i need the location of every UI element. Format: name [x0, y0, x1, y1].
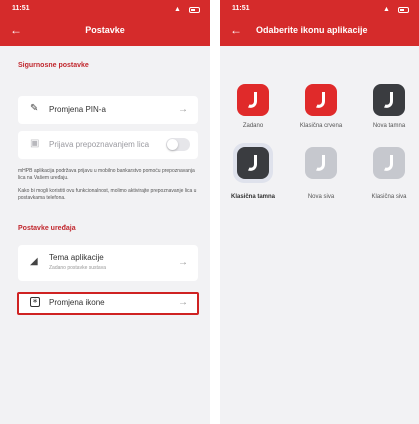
app-icon-option[interactable] — [237, 147, 269, 179]
wifi-icon: ▲ — [383, 6, 390, 13]
page-title: Postavke — [85, 25, 125, 35]
theme-sublabel: Zadano postavke sustava — [49, 265, 106, 271]
header-bar: 11:51 ▲ ← Postavke — [0, 0, 210, 46]
back-arrow-icon[interactable]: ← — [230, 24, 242, 36]
paint-bucket-icon: ◢ — [30, 256, 38, 267]
app-icon-option[interactable] — [305, 84, 337, 116]
battery-icon — [189, 7, 200, 13]
face-login-label: Prijava prepoznavanjem lica — [49, 140, 150, 149]
status-bar: 11:51 ▲ — [12, 5, 200, 17]
face-login-info: mHPB aplikacija podržava prijavu u mobil… — [18, 168, 195, 181]
battery-icon — [398, 7, 409, 13]
arrow-right-icon: → — [178, 257, 188, 268]
face-login-toggle[interactable] — [166, 138, 190, 151]
security-section-title: Sigurnosne postavke — [18, 62, 89, 69]
face-id-icon: ▣ — [30, 138, 40, 149]
bank-logo-icon — [248, 155, 257, 171]
bank-logo-icon — [316, 92, 325, 108]
wifi-icon: ▲ — [174, 6, 181, 13]
icon-change-highlight — [17, 292, 199, 315]
app-icon-label: Klasična tamna — [230, 194, 276, 200]
status-icons: ▲ — [383, 5, 409, 15]
face-login-instructions: Kako bi mogli koristiti ovu funkcionalno… — [18, 188, 197, 201]
status-time: 11:51 — [232, 5, 250, 12]
app-icon-label: Zadano — [242, 123, 264, 129]
status-bar: 11:51 ▲ — [232, 5, 409, 17]
arrow-right-icon: → — [178, 104, 188, 115]
theme-label: Tema aplikacije — [49, 253, 104, 262]
bank-logo-icon — [384, 92, 393, 108]
status-time: 11:51 — [12, 5, 30, 12]
app-icon-label: Nova siva — [307, 194, 335, 200]
face-login-row: ▣ Prijava prepoznavanjem lica — [18, 131, 198, 159]
app-icon-option[interactable] — [373, 147, 405, 179]
bank-logo-icon — [248, 92, 257, 108]
theme-row[interactable]: ◢ Tema aplikacije Zadano postavke sustav… — [18, 245, 198, 281]
settings-screen: 11:51 ▲ ← Postavke Sigurnosne postavke ✎… — [0, 0, 210, 424]
app-icon-label: Nova tamna — [372, 123, 406, 129]
pin-change-label: Promjena PIN-a — [49, 105, 106, 114]
app-icon-option[interactable] — [237, 84, 269, 116]
bank-logo-icon — [384, 155, 393, 171]
app-icon-label: Klasična crvena — [299, 123, 343, 129]
header-bar: 11:51 ▲ ← Odaberite ikonu aplikacije — [220, 0, 419, 46]
app-icon-screen: 11:51 ▲ ← Odaberite ikonu aplikacije Zad… — [220, 0, 419, 424]
app-icon-option[interactable] — [305, 147, 337, 179]
pen-icon: ✎ — [30, 103, 39, 114]
pin-change-row[interactable]: ✎ Promjena PIN-a → — [18, 96, 198, 124]
app-icon-label: Klasična siva — [371, 194, 407, 200]
bank-logo-icon — [316, 155, 325, 171]
device-section-title: Postavke uređaja — [18, 225, 76, 232]
status-icons: ▲ — [174, 5, 200, 15]
page-title: Odaberite ikonu aplikacije — [256, 25, 368, 35]
app-icon-option[interactable] — [373, 84, 405, 116]
